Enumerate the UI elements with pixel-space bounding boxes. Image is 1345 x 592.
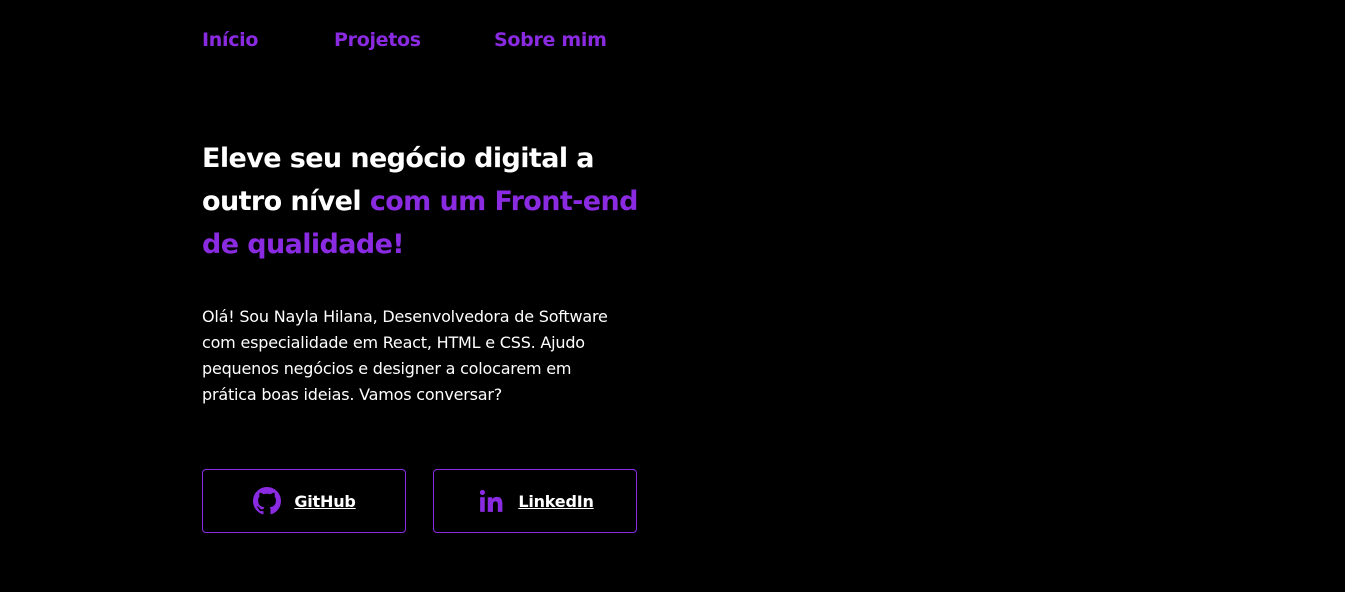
linkedin-icon: [476, 486, 506, 516]
github-button-label: GitHub: [294, 491, 356, 511]
hero-section: Eleve seu negócio digital a outro nível …: [202, 137, 642, 408]
linkedin-button-label: LinkedIn: [518, 491, 594, 511]
hero-description: Olá! Sou Nayla Hilana, Desenvolvedora de…: [202, 307, 608, 404]
social-buttons: GitHub LinkedIn: [202, 469, 637, 533]
linkedin-button[interactable]: LinkedIn: [433, 469, 637, 533]
page: Início Projetos Sobre mim Eleve seu negó…: [0, 0, 1345, 592]
nav-link-projetos[interactable]: Projetos: [334, 26, 494, 54]
top-nav: Início Projetos Sobre mim: [202, 26, 607, 54]
nav-link-inicio[interactable]: Início: [202, 26, 334, 54]
github-icon: [252, 486, 282, 516]
github-button[interactable]: GitHub: [202, 469, 406, 533]
nav-link-sobre-mim[interactable]: Sobre mim: [494, 26, 607, 54]
hero-title: Eleve seu negócio digital a outro nível …: [202, 137, 642, 266]
